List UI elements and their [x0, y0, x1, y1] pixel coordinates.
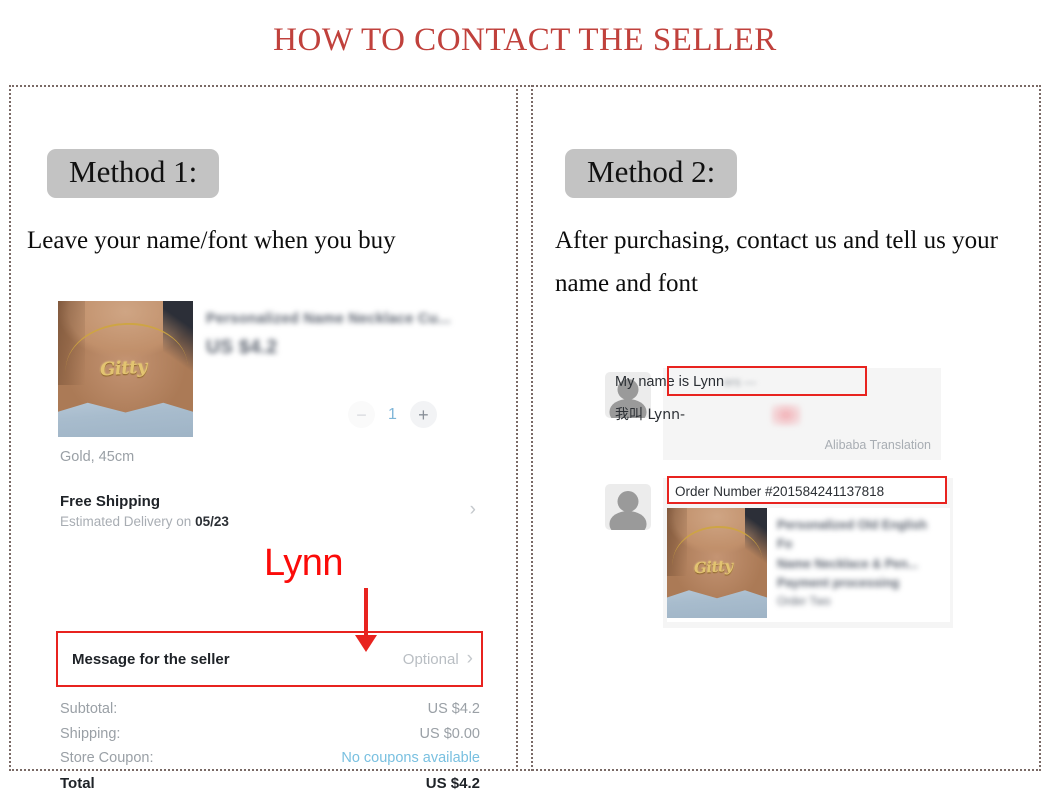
- page-title: HOW TO CONTACT THE SELLER: [273, 22, 777, 58]
- total-value: US $4.2: [427, 701, 480, 717]
- quantity-decrease-button[interactable]: −: [348, 401, 375, 428]
- shipping-row[interactable]: Free Shipping Estimated Delivery on 05/2…: [60, 493, 480, 529]
- message-for-seller-value: Optional: [402, 650, 459, 668]
- avatar-head: [617, 491, 639, 513]
- order-totals: Subtotal: US $4.2 Shipping: US $0.00 Sto…: [60, 701, 480, 800]
- chat-product-card[interactable]: Gitty Personalized Old English Fo Name N…: [667, 508, 950, 622]
- chat-order-number: Order Number #201584241137818: [675, 484, 885, 499]
- chat-product-line-2: Name Necklace & Pen...: [777, 556, 919, 571]
- method-2-badge: Method 2:: [565, 149, 738, 198]
- store-coupon-link[interactable]: No coupons available: [341, 750, 480, 766]
- method-2-description: After purchasing, contact us and tell us…: [555, 227, 998, 297]
- message-for-seller-row[interactable]: Message for the seller Optional ›: [56, 631, 483, 687]
- total-label: Shipping:: [60, 725, 121, 742]
- total-value: US $0.00: [419, 725, 480, 742]
- product-variant: Gold, 45cm: [60, 449, 135, 465]
- highlight-box-message-1: [667, 366, 867, 396]
- method-1-badge: Method 1:: [47, 149, 220, 198]
- chat-message-1-translation: 我叫 Lynn-: [615, 407, 686, 423]
- chat-product-photo: Gitty: [667, 508, 767, 618]
- annotation-name-text: Lynn: [264, 542, 344, 584]
- quantity-value: 1: [388, 405, 397, 423]
- order-screenshot: Gitty Personalized Name Necklace Cu... U…: [48, 301, 488, 792]
- total-row: Total US $4.2: [60, 775, 480, 792]
- total-label: Total: [60, 774, 95, 792]
- shipping-estimate-date: 05/23: [195, 514, 229, 529]
- total-label: Store Coupon:: [60, 750, 154, 766]
- method-2-column: Method 2: After purchasing, contact us a…: [533, 85, 1041, 771]
- shipping-estimate: Estimated Delivery on 05/23: [60, 514, 480, 529]
- quantity-stepper[interactable]: − 1 +: [348, 401, 437, 428]
- message-for-seller-label: Message for the seller: [72, 650, 230, 668]
- avatar: [605, 484, 651, 530]
- chat-product-line-4: Order Two: [777, 595, 831, 608]
- quantity-increase-button[interactable]: +: [409, 401, 437, 428]
- total-row: Subtotal: US $4.2: [60, 701, 480, 717]
- necklace-pendant-name: Gitty: [693, 556, 734, 577]
- chat-product-line-1: Personalized Old English Fo: [777, 518, 928, 552]
- total-label: Subtotal:: [60, 701, 118, 717]
- chevron-right-icon[interactable]: ›: [470, 499, 476, 521]
- method-1-description: Leave your name/font when you buy: [27, 227, 396, 254]
- chat-product-line-3: Payment processing: [777, 576, 900, 591]
- product-photo: Gitty: [58, 301, 193, 437]
- avatar-body: [609, 510, 647, 530]
- chat-screenshot: Alibaba Translation My name is Lynners —…: [605, 360, 1005, 635]
- product-price: US $4.2: [206, 337, 278, 358]
- column-divider-left: [516, 85, 518, 771]
- total-row: Store Coupon: No coupons available: [60, 750, 480, 766]
- chat-product-details: Personalized Old English Fo Name Necklac…: [777, 516, 942, 611]
- translation-note: Alibaba Translation: [824, 438, 931, 452]
- method-1-column: Method 1: Leave your name/font when you …: [9, 85, 516, 792]
- total-row: Shipping: US $0.00: [60, 726, 480, 742]
- shipping-estimate-label: Estimated Delivery on: [60, 514, 192, 529]
- shipping-title: Free Shipping: [60, 493, 161, 510]
- necklace-pendant-name: Gitty: [99, 356, 148, 381]
- message-for-seller-value-group: Optional ›: [403, 648, 473, 670]
- product-title: Personalized Name Necklace Cu...: [206, 311, 451, 327]
- blur-smudge: [771, 404, 801, 426]
- chevron-right-icon[interactable]: ›: [467, 648, 473, 670]
- down-arrow-icon: [355, 588, 377, 652]
- total-value: US $4.2: [425, 774, 480, 792]
